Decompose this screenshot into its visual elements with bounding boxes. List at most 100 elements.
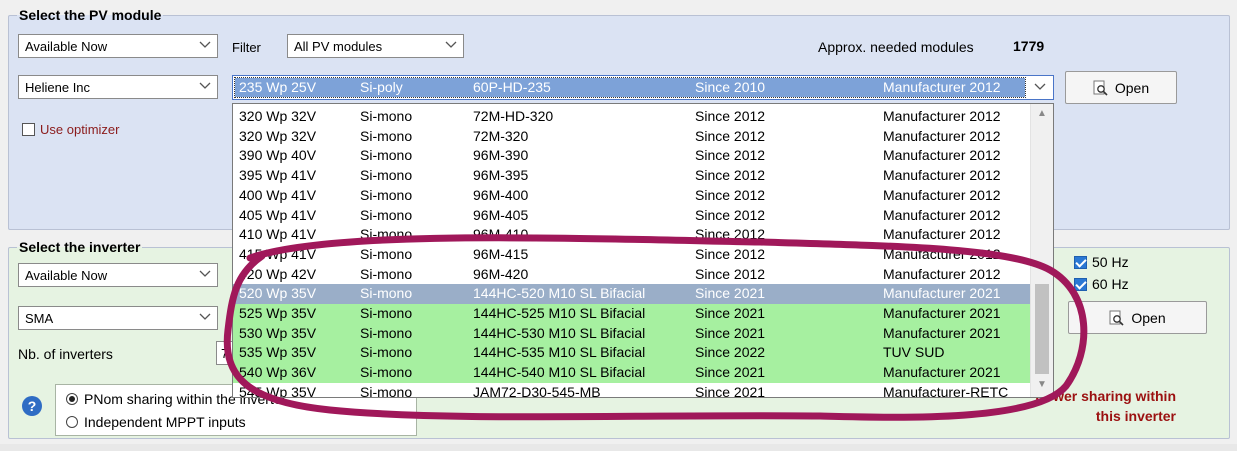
pv-model-row[interactable]: 390 Wp 40V Si-mono 96M-390 Since 2012 Manufa… bbox=[233, 146, 1031, 166]
independent-mppt-radio[interactable]: Independent MPPT inputs bbox=[66, 414, 246, 430]
module-source: Manufacturer 2021 bbox=[883, 324, 1001, 341]
chevron-down-icon[interactable] bbox=[1034, 83, 1046, 91]
module-since: Since 2022 bbox=[695, 344, 766, 361]
module-power: 400 Wp 41V bbox=[239, 186, 317, 203]
module-model: 144HC-525 M10 SL Bifacial bbox=[473, 305, 646, 321]
module-since: Since 2012 bbox=[695, 108, 766, 124]
module-tech: Si-mono bbox=[360, 186, 413, 203]
pv-model-row[interactable]: 545 Wp 35V Si-mono JAM72-D30-545-MB Since 2… bbox=[233, 383, 1031, 398]
module-model: 96M-390 bbox=[473, 147, 529, 164]
module-power: 545 Wp 35V bbox=[239, 383, 317, 398]
needed-modules-label: Approx. needed modules bbox=[818, 39, 974, 55]
chevron-down-icon bbox=[199, 313, 211, 320]
filter-select[interactable]: All PV modules bbox=[287, 34, 464, 58]
module-since: Since 2012 bbox=[695, 186, 766, 203]
inverter-availability-value: Available Now bbox=[25, 267, 108, 283]
power-note-line2: this inverter bbox=[1095, 408, 1176, 424]
pv-model-select[interactable]: 235 Wp 25V Si-poly 60P-HD-235 Since 2010… bbox=[232, 75, 1054, 100]
module-model: 96M-415 bbox=[473, 245, 529, 262]
needed-modules-value: 1779 bbox=[1013, 38, 1045, 54]
hz60-checkbox[interactable]: 60 Hz bbox=[1074, 276, 1129, 292]
selected-tech: Si-poly bbox=[360, 79, 403, 95]
module-power: 520 Wp 35V bbox=[239, 285, 317, 302]
pv-open-label: Open bbox=[1114, 79, 1150, 96]
module-power: 540 Wp 36V bbox=[239, 364, 317, 381]
use-optimizer-checkbox[interactable]: Use optimizer bbox=[22, 122, 119, 137]
module-power: 535 Wp 35V bbox=[239, 344, 317, 361]
module-since: Since 2021 bbox=[695, 305, 766, 321]
module-power: 390 Wp 40V bbox=[239, 147, 317, 164]
module-model: 72M-320 bbox=[473, 127, 529, 144]
module-since: Since 2012 bbox=[695, 206, 766, 223]
module-tech: Si-mono bbox=[360, 226, 413, 243]
pv-model-row[interactable]: 405 Wp 41V Si-mono 96M-405 Since 2012 Manufa… bbox=[233, 206, 1031, 226]
chevron-down-icon bbox=[199, 270, 211, 277]
pv-model-row[interactable]: 320 Wp 32V Si-mono 72M-320 Since 2012 Manufa… bbox=[233, 127, 1031, 147]
pv-model-row[interactable]: 410 Wp 41V Si-mono 96M-410 Since 2012 Manufa… bbox=[233, 225, 1031, 245]
module-source: Manufacturer 2012 bbox=[883, 147, 1001, 164]
chevron-down-icon bbox=[199, 82, 211, 89]
hz50-checkbox[interactable]: 50 Hz bbox=[1074, 254, 1129, 270]
pv-open-button[interactable]: Open bbox=[1065, 71, 1177, 104]
module-since: Since 2012 bbox=[695, 226, 766, 243]
scroll-thumb[interactable] bbox=[1035, 284, 1049, 374]
pv-availability-select[interactable]: Available Now bbox=[18, 34, 218, 58]
pv-model-dropdown-list[interactable]: 320 Wp 32V Si-mono 72M-HD-320 Since 2012 Man… bbox=[232, 103, 1054, 398]
checkbox-icon bbox=[22, 123, 35, 136]
inverter-open-button[interactable]: Open bbox=[1068, 301, 1207, 334]
module-tech: Si-mono bbox=[360, 108, 413, 124]
scroll-down-icon[interactable]: ▼ bbox=[1031, 379, 1053, 395]
magnifier-icon bbox=[1109, 310, 1124, 326]
module-tech: Si-mono bbox=[360, 305, 413, 321]
use-optimizer-label: Use optimizer bbox=[40, 122, 120, 137]
module-tech: Si-mono bbox=[360, 324, 413, 341]
pv-model-row[interactable]: 520 Wp 35V Si-mono 144HC-520 M10 SL Bifaci… bbox=[233, 284, 1031, 304]
pv-model-row[interactable]: 395 Wp 41V Si-mono 96M-395 Since 2012 Manufa… bbox=[233, 166, 1031, 186]
help-icon[interactable]: ? bbox=[22, 396, 42, 416]
inverter-legend: Select the inverter bbox=[19, 239, 141, 255]
module-since: Since 2021 bbox=[695, 364, 766, 381]
module-model: 96M-420 bbox=[473, 265, 529, 282]
module-model: 144HC-535 M10 SL Bifacial bbox=[473, 344, 646, 361]
module-model: 96M-395 bbox=[473, 167, 529, 184]
pv-model-row[interactable]: 525 Wp 35V Si-mono 144HC-525 M10 SL Bifaci… bbox=[233, 304, 1031, 324]
pv-model-row[interactable]: 415 Wp 41V Si-mono 96M-415 Since 2012 Manufa… bbox=[233, 245, 1031, 265]
pv-model-row[interactable]: 530 Wp 35V Si-mono 144HC-530 M10 SL Bifaci… bbox=[233, 323, 1031, 344]
pv-model-row[interactable]: 420 Wp 42V Si-mono 96M-420 Since 2012 Manufa… bbox=[233, 265, 1031, 285]
pv-model-row[interactable]: 535 Wp 35V Si-mono 144HC-535 M10 SL Bifaci… bbox=[233, 343, 1031, 364]
radio-icon bbox=[66, 416, 78, 428]
hz60-label: 60 Hz bbox=[1092, 276, 1129, 292]
chevron-down-icon bbox=[445, 41, 457, 48]
module-since: Since 2012 bbox=[695, 127, 766, 144]
module-power: 420 Wp 42V bbox=[239, 265, 317, 282]
module-source: Manufacturer 2021 bbox=[883, 364, 1001, 381]
module-source: Manufacturer 2012 bbox=[883, 226, 1001, 243]
filter-label: Filter bbox=[232, 40, 261, 55]
pv-model-selected-value: 235 Wp 25V Si-poly 60P-HD-235 Since 2010… bbox=[234, 77, 1026, 98]
selected-since: Since 2010 bbox=[695, 79, 766, 95]
pv-module-legend: Select the PV module bbox=[19, 7, 162, 23]
module-tech: Si-mono bbox=[360, 147, 413, 164]
inverter-availability-select[interactable]: Available Now bbox=[18, 263, 218, 287]
module-since: Since 2021 bbox=[695, 383, 766, 398]
scroll-up-icon[interactable]: ▲ bbox=[1031, 108, 1053, 124]
module-power: 320 Wp 32V bbox=[239, 108, 317, 124]
module-tech: Si-mono bbox=[360, 245, 413, 262]
checkbox-checked-icon bbox=[1074, 277, 1087, 291]
pv-manufacturer-select[interactable]: Heliene Inc bbox=[18, 75, 218, 99]
hz50-label: 50 Hz bbox=[1092, 254, 1129, 270]
module-power: 415 Wp 41V bbox=[239, 245, 317, 262]
module-since: Since 2012 bbox=[695, 245, 766, 262]
module-tech: Si-mono bbox=[360, 265, 413, 282]
pv-model-row[interactable]: 540 Wp 36V Si-mono 144HC-540 M10 SL Bifaci… bbox=[233, 363, 1031, 383]
dropdown-scrollbar[interactable]: ▲ ▼ bbox=[1030, 104, 1053, 397]
pv-model-row[interactable]: 400 Wp 41V Si-mono 96M-400 Since 2012 Manufa… bbox=[233, 186, 1031, 206]
inverter-manufacturer-value: SMA bbox=[25, 310, 54, 326]
inverter-manufacturer-select[interactable]: SMA bbox=[18, 306, 218, 330]
module-power: 320 Wp 32V bbox=[239, 127, 317, 144]
module-since: Since 2012 bbox=[695, 167, 766, 184]
module-power: 395 Wp 41V bbox=[239, 167, 317, 184]
module-model: 96M-405 bbox=[473, 206, 529, 223]
pv-model-row[interactable]: 320 Wp 32V Si-mono 72M-HD-320 Since 2012 Man… bbox=[233, 107, 1031, 127]
module-source: Manufacturer 2012 bbox=[883, 108, 1001, 124]
